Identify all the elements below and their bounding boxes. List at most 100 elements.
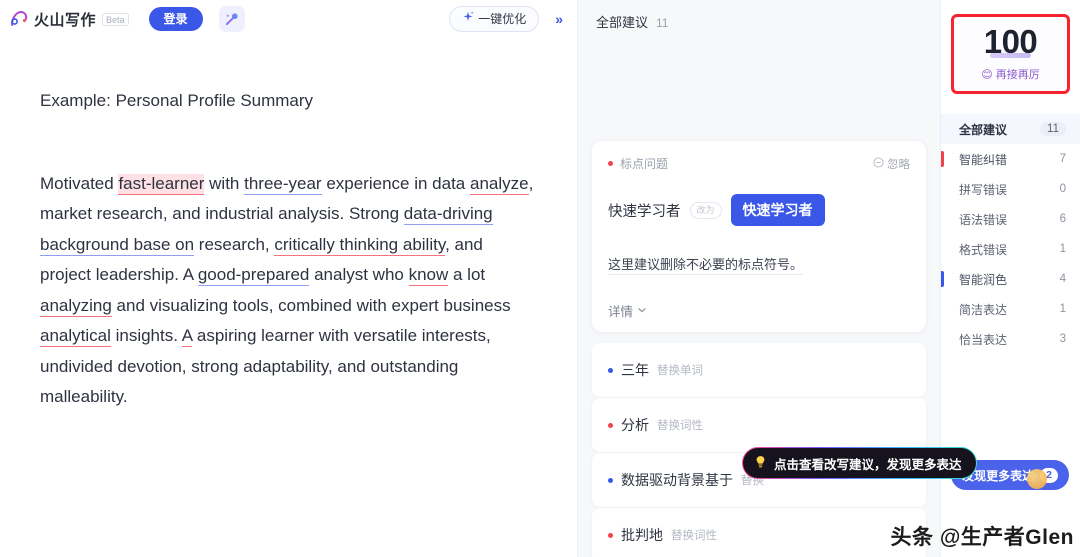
suggestion-item-kind: 替换词性 — [671, 530, 717, 542]
document-text: and visualizing tools, combined with exp… — [111, 295, 511, 315]
score-underline-decoration — [989, 53, 1032, 58]
document-body[interactable]: Motivated fast-learner with three-year e… — [40, 169, 537, 413]
suggestion-card[interactable]: 标点问题 忽略 快速学习者 改为 快速学习者 这里建议删除不必要的标点符号。 详… — [592, 141, 926, 332]
sidebar-item-count: 3 — [1059, 333, 1066, 345]
score-subtitle-label: 再接再厉 — [995, 69, 1040, 81]
suggestion-list-item[interactable]: 三年 替换单词 — [592, 343, 926, 397]
document-flagged-text[interactable]: analytical — [40, 326, 111, 347]
sidebar-item-label: 全部建议 — [959, 122, 1008, 137]
suggestion-list-item[interactable]: 批判地 替换词性 — [592, 508, 926, 557]
sidebar-item-简洁表达[interactable]: 简洁表达 1 — [941, 294, 1080, 324]
sidebar-item-label: 语法错误 — [959, 212, 1008, 227]
document-flagged-text[interactable]: good-prepared — [197, 265, 310, 286]
ignore-suggestion-label: 忽略 — [887, 158, 910, 171]
document-flagged-text[interactable]: know — [408, 265, 449, 286]
document-text: research, — [194, 234, 275, 254]
collapse-panel-button[interactable]: » — [549, 9, 569, 29]
suggestion-type-dot-icon — [608, 367, 613, 373]
cursor-pointer-icon — [1027, 469, 1047, 489]
suggestion-change-to-pill: 改为 — [689, 201, 722, 219]
sidebar-item-count: 0 — [1059, 183, 1066, 195]
suggestion-item-word: 三年 — [621, 362, 649, 378]
document-flagged-text[interactable]: critically thinking ability — [274, 234, 446, 256]
sidebar-item-count: 4 — [1059, 273, 1066, 285]
suggestion-item-word: 数据驱动背景基于 — [621, 472, 733, 488]
document-flagged-text[interactable]: analyzing — [40, 295, 112, 317]
document-text: with — [204, 173, 245, 193]
rewrite-hint-tooltip: 点击查看改写建议，发现更多表达 — [742, 447, 977, 479]
sparkle-icon — [462, 11, 474, 27]
document-text: Motivated — [40, 173, 119, 193]
sidebar-item-count: 6 — [1059, 213, 1066, 225]
sidebar-item-label: 智能润色 — [959, 272, 1008, 287]
suggestion-item-word: 批判地 — [621, 527, 663, 543]
sidebar-item-count: 1 — [1059, 243, 1066, 255]
magic-wand-icon[interactable] — [218, 6, 245, 32]
sidebar-item-智能润色[interactable]: 智能润色 4 — [941, 264, 1080, 294]
suggestion-type-dot-icon — [608, 422, 613, 428]
document-flagged-text[interactable]: A — [181, 326, 193, 347]
sidebar-item-label: 格式错误 — [959, 242, 1008, 257]
document-text: a lot — [448, 265, 486, 284]
suggestions-header: 全部建议 11 — [578, 0, 940, 41]
chevron-down-icon — [637, 304, 647, 318]
one-click-optimize-label: 一键优化 — [478, 12, 527, 26]
suggestion-type-dot-icon — [608, 161, 613, 166]
suggestions-header-title: 全部建议 — [596, 15, 649, 30]
document-text: insights. — [110, 326, 182, 345]
suggestion-type-label: 标点问题 — [620, 157, 669, 171]
editor-pane: 火山写作 Beta 登录 一键优化 » Example: Personal Pr… — [0, 0, 578, 557]
sidebar-item-count: 7 — [1059, 153, 1066, 165]
score-annotation-box: 100 😊 再接再厉 — [951, 14, 1070, 94]
suggestion-type-tag: 标点问题 — [608, 155, 668, 172]
sidebar-item-count: 1 — [1059, 303, 1066, 315]
suggestion-details-label: 详情 — [608, 305, 634, 319]
document-flagged-text[interactable]: fast-learner — [118, 173, 205, 195]
suggestion-description: 这里建议删除不必要的标点符号。 — [608, 254, 804, 275]
sidebar-item-语法错误[interactable]: 语法错误 6 — [941, 204, 1080, 234]
document-title: Example: Personal Profile Summary — [40, 91, 314, 110]
sidebar-item-格式错误[interactable]: 格式错误 1 — [941, 234, 1080, 264]
app-root: 火山写作 Beta 登录 一键优化 » Example: Personal Pr… — [0, 0, 1080, 557]
top-toolbar: 火山写作 Beta 登录 一键优化 » — [0, 0, 577, 38]
lightbulb-icon — [754, 455, 767, 472]
suggestion-item-kind: 替换词性 — [657, 420, 703, 432]
top-toolbar-right: 一键优化 » — [449, 0, 569, 38]
suggestion-type-dot-icon — [608, 477, 613, 483]
brand-name: 火山写作 — [34, 11, 97, 29]
document-text: experience in data — [321, 173, 470, 193]
suggestion-details-toggle[interactable]: 详情 — [608, 301, 910, 320]
suggestions-header-count: 11 — [656, 16, 669, 30]
sidebar-item-label: 简洁表达 — [959, 302, 1008, 317]
suggestion-original-text: 快速学习者 — [608, 203, 681, 220]
minus-circle-icon — [873, 156, 884, 171]
category-marker-bar — [941, 151, 944, 167]
document-flagged-text[interactable]: analyze — [469, 173, 529, 195]
apply-suggestion-chip[interactable]: 快速学习者 — [730, 194, 825, 226]
suggestion-replace-row: 快速学习者 改为 快速学习者 — [608, 194, 910, 226]
suggestion-type-dot-icon — [608, 532, 613, 538]
sidebar-item-智能纠错[interactable]: 智能纠错 7 — [941, 144, 1080, 174]
sidebar-item-label: 恰当表达 — [959, 332, 1008, 347]
sidebar-item-全部建议[interactable]: 全部建议 11 — [941, 114, 1080, 144]
beta-badge: Beta — [102, 12, 129, 26]
suggestion-item-word: 分析 — [621, 417, 649, 433]
document-text: analyst who — [309, 265, 409, 284]
volcano-logo-icon — [8, 8, 30, 30]
score-subtitle: 😊 再接再厉 — [954, 66, 1067, 82]
sidebar-category-list: 全部建议 11 智能纠错 7 拼写错误 0 语法错误 6 格式错误 1 智能润色 4 简洁表达 1 恰当表达… — [941, 114, 1080, 354]
sidebar-item-label: 拼写错误 — [959, 182, 1008, 197]
one-click-optimize-button[interactable]: 一键优化 — [449, 6, 540, 32]
ignore-suggestion-button[interactable]: 忽略 — [873, 156, 910, 172]
smiley-emoji-icon: 😊 — [981, 68, 993, 81]
login-button[interactable]: 登录 — [148, 7, 203, 31]
document-editor[interactable]: Example: Personal Profile Summary Motiva… — [0, 38, 577, 413]
sidebar-item-拼写错误[interactable]: 拼写错误 0 — [941, 174, 1080, 204]
sidebar-item-恰当表达[interactable]: 恰当表达 3 — [941, 324, 1080, 354]
suggestion-item-kind: 替换单词 — [657, 365, 703, 377]
sidebar-item-label: 智能纠错 — [959, 152, 1008, 167]
score-card: 100 😊 再接再厉 — [951, 14, 1070, 94]
document-flagged-text[interactable]: three-year — [244, 173, 322, 195]
suggestion-list-item[interactable]: 分析 替换词性 — [592, 398, 926, 452]
brand: 火山写作 Beta — [8, 8, 129, 30]
